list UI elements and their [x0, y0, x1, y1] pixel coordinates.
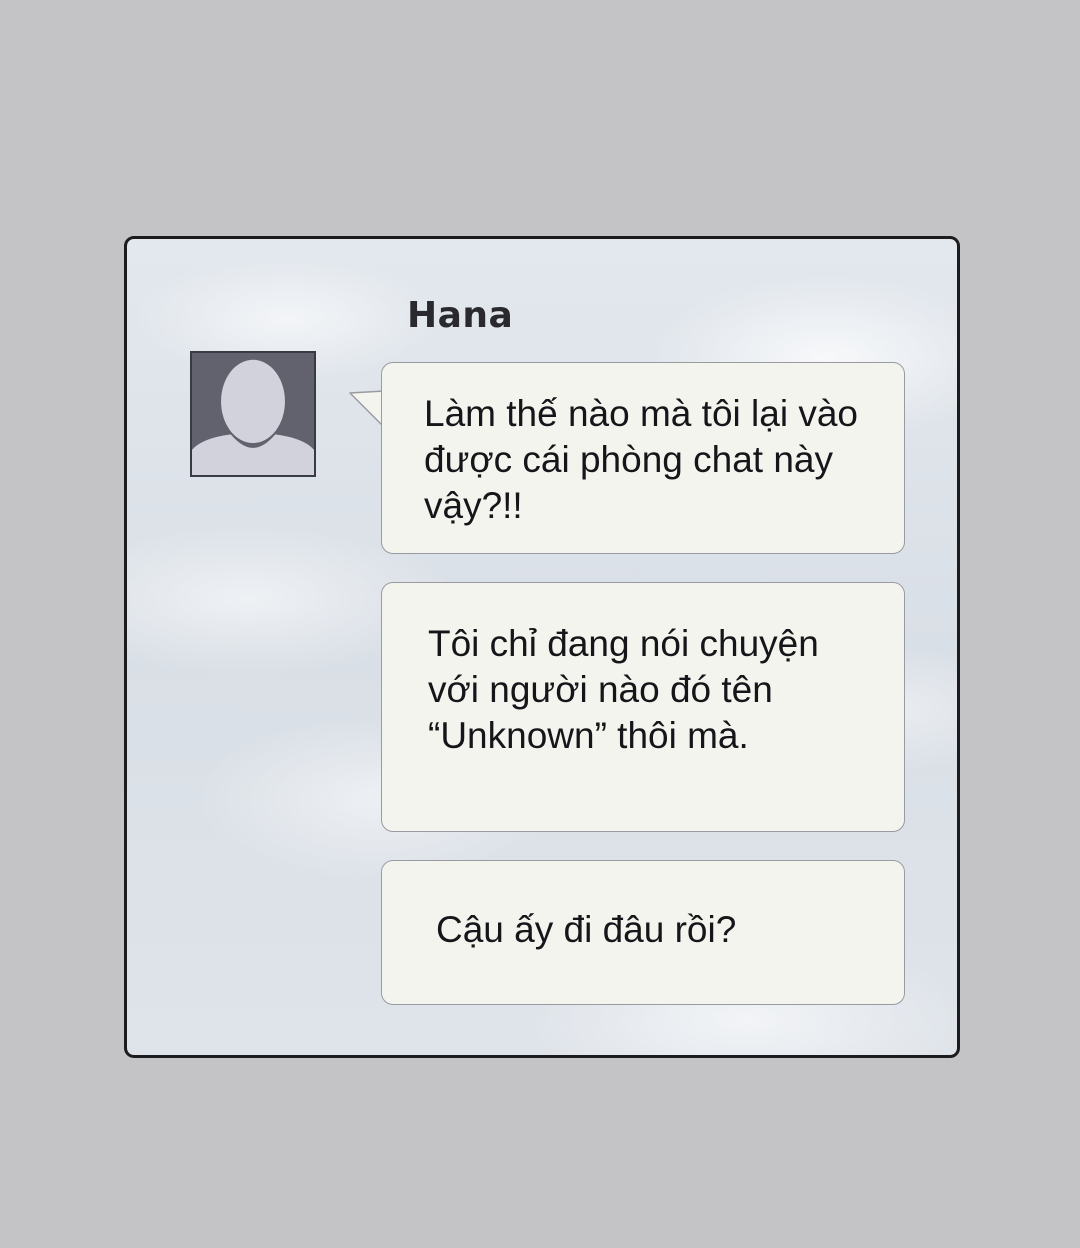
message-text: Làm thế nào mà tôi lại vào được cái phòn…: [424, 393, 858, 526]
message-bubble: Tôi chỉ đang nói chuyện với người nào đó…: [381, 582, 905, 832]
message-bubble: Làm thế nào mà tôi lại vào được cái phòn…: [381, 362, 905, 554]
sender-name: Hana: [407, 295, 514, 336]
chat-window: Hana Làm thế nào mà tôi lại vào được cái…: [124, 236, 960, 1058]
default-user-avatar-icon[interactable]: [190, 351, 316, 477]
message-text: Cậu ấy đi đâu rồi?: [436, 909, 737, 950]
message-bubble: Cậu ấy đi đâu rồi?: [381, 860, 905, 1005]
message-text: Tôi chỉ đang nói chuyện với người nào đó…: [428, 623, 819, 756]
